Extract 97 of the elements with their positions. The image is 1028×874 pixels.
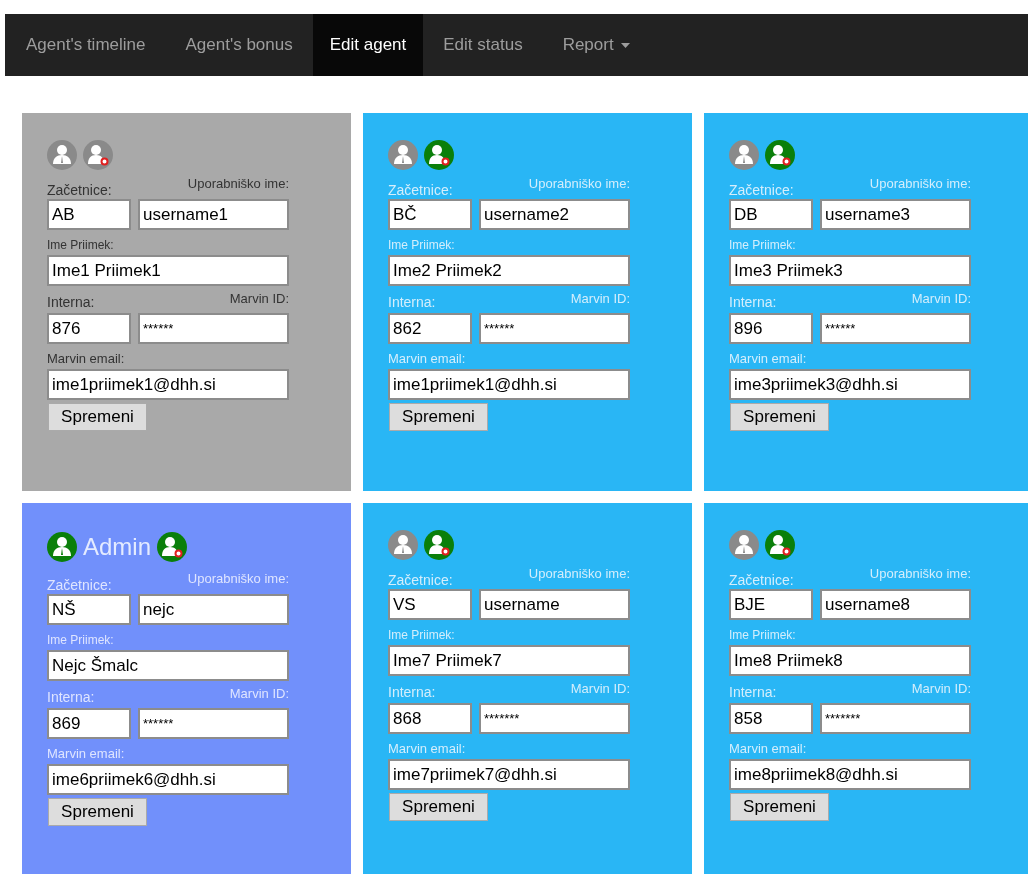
name-field[interactable]: Ime7 Priimek7 [388,645,630,676]
field-label: Uporabniško ime: [187,177,289,190]
extension-field[interactable]: 869 [47,708,131,739]
field-label: Začetnice: [729,573,794,587]
name-field[interactable]: Nejc Šmalc [47,650,289,681]
user-badge-icon[interactable] [424,140,454,170]
field-label: Marvin email: [47,352,125,368]
save-button[interactable]: Spremeni [48,798,147,826]
user-badge-icon[interactable] [83,140,113,170]
email-field[interactable]: ime6priimek6@dhh.si [47,764,289,795]
user-icon[interactable] [47,532,77,562]
extension-field[interactable]: 876 [47,313,131,344]
initials-field[interactable]: NŠ [47,594,131,625]
field-label: Interna: [388,685,436,701]
username-field[interactable]: username2 [479,199,630,230]
name-field[interactable]: Ime3 Priimek3 [729,255,971,286]
extension-field[interactable]: 868 [388,703,472,734]
field-label: Začetnice: [47,578,112,592]
nav-tab[interactable]: Report [542,14,650,76]
extension-field[interactable]: 896 [729,313,813,344]
field-label: Marvin email: [388,352,466,368]
field-label: Marvin email: [729,742,807,758]
field-label: Marvin ID: [911,682,971,695]
username-field[interactable]: username8 [820,589,971,620]
user-icon[interactable] [388,530,418,560]
nav-tab[interactable]: Edit agent [312,14,424,76]
user-badge-icon[interactable] [765,140,795,170]
user-badge-icon[interactable] [765,530,795,560]
field-label: Začetnice: [47,183,112,197]
field-label: Marvin ID: [229,687,289,700]
nav-tab[interactable]: Edit status [423,14,543,76]
save-button[interactable]: Spremeni [389,793,488,821]
field-label: Marvin email: [729,352,807,368]
name-field[interactable]: Ime8 Priimek8 [729,645,971,676]
field-label: Uporabniško ime: [528,177,630,190]
field-label: Marvin email: [388,742,466,758]
name-field[interactable]: Ime1 Priimek1 [47,255,289,286]
email-field[interactable]: ime8priimek8@dhh.si [729,759,971,790]
password-field[interactable]: ****** [138,708,289,739]
nav-tab[interactable]: Agent's timeline [6,14,166,76]
field-label: Interna: [47,295,95,311]
extension-field[interactable]: 862 [388,313,472,344]
field-label: Začetnice: [729,183,794,197]
field-label: Uporabniško ime: [869,177,971,190]
field-label: Ime Priimek: [388,239,455,254]
email-field[interactable]: ime3priimek3@dhh.si [729,369,971,400]
field-label: Uporabniško ime: [187,572,289,585]
user-badge-icon[interactable] [424,530,454,560]
user-icon[interactable] [47,140,77,170]
field-label: Interna: [47,690,95,706]
user-badge-icon[interactable] [157,532,188,562]
initials-field[interactable]: BČ [388,199,472,230]
name-field[interactable]: Ime2 Priimek2 [388,255,630,286]
nav-tab[interactable]: Agent's bonus [165,14,313,76]
field-label: Uporabniško ime: [528,567,630,580]
password-field[interactable]: ****** [820,313,971,344]
field-label: Marvin email: [47,747,125,763]
username-field[interactable]: username [479,589,630,620]
save-button[interactable]: Spremeni [389,403,488,431]
role-title: Admin [83,535,152,559]
user-icon[interactable] [388,140,418,170]
field-label: Ime Priimek: [47,634,114,649]
user-icon[interactable] [729,140,759,170]
field-label: Interna: [729,685,777,701]
extension-field[interactable]: 858 [729,703,813,734]
email-field[interactable]: ime1priimek1@dhh.si [47,369,289,400]
field-label: Marvin ID: [911,292,971,305]
user-icon[interactable] [729,530,759,560]
field-label: Ime Priimek: [388,629,455,644]
password-field[interactable]: ******* [479,703,630,734]
username-field[interactable]: username1 [138,199,289,230]
email-field[interactable]: ime1priimek1@dhh.si [388,369,630,400]
username-field[interactable]: username3 [820,199,971,230]
field-label: Interna: [388,295,436,311]
initials-field[interactable]: AB [47,199,131,230]
email-field[interactable]: ime7priimek7@dhh.si [388,759,630,790]
field-label: Ime Priimek: [729,239,796,254]
save-button[interactable]: Spremeni [730,403,829,431]
field-label: Marvin ID: [570,682,630,695]
caret-icon [620,42,630,48]
field-label: Ime Priimek: [729,629,796,644]
save-button[interactable]: Spremeni [48,403,147,431]
password-field[interactable]: ****** [138,313,289,344]
username-field[interactable]: nejc [138,594,289,625]
field-label: Začetnice: [388,183,453,197]
save-button[interactable]: Spremeni [730,793,829,821]
field-label: Začetnice: [388,573,453,587]
initials-field[interactable]: BJE [729,589,813,620]
initials-field[interactable]: VS [388,589,472,620]
field-label: Uporabniško ime: [869,567,971,580]
field-label: Interna: [729,295,777,311]
field-label: Ime Priimek: [47,239,114,254]
password-field[interactable]: ******* [820,703,971,734]
field-label: Marvin ID: [229,292,289,305]
field-label: Marvin ID: [570,292,630,305]
password-field[interactable]: ****** [479,313,630,344]
initials-field[interactable]: DB [729,199,813,230]
